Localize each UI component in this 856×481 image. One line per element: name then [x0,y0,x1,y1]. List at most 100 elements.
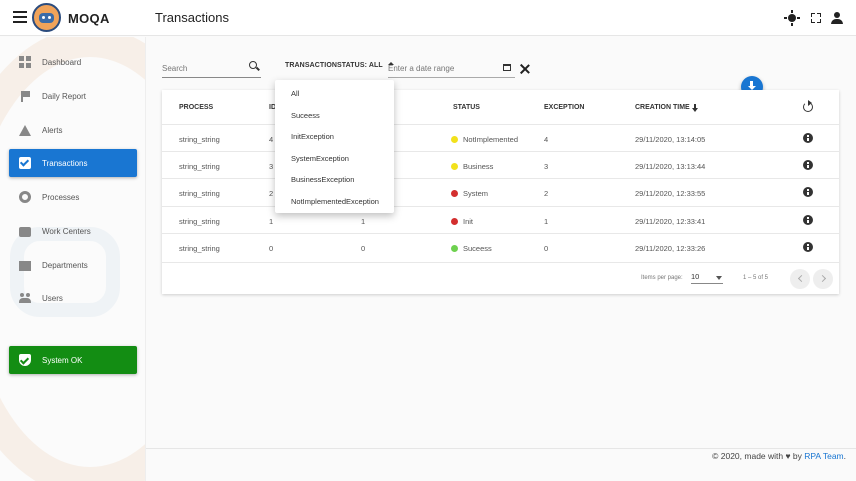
shield-check-icon [19,354,31,366]
footer-team-link[interactable]: RPA Team [804,451,843,461]
previous-page-button[interactable] [790,269,810,289]
cell-id: 1 [269,217,274,226]
footer: © 2020, made with ♥ by RPA Team. [146,448,856,481]
sidebar: Dashboard Daily Report Alerts Transactio… [0,37,146,481]
cell-status-text: Suceess [463,244,492,253]
info-icon[interactable] [803,133,813,143]
sidebar-item-dashboard[interactable]: Dashboard [9,48,137,76]
sort-arrow-down-icon[interactable] [692,104,698,112]
status-dot [451,136,458,143]
column-header-status[interactable]: STATUS [453,104,480,111]
column-header-exception[interactable]: EXCEPTION [544,104,584,111]
dashboard-icon [19,56,31,68]
cell-exception: 3 [544,162,549,171]
table-row[interactable]: string_string 4 NotImplemented 4 29/11/2… [162,124,839,151]
sidebar-item-label: Users [42,293,63,303]
system-status-button[interactable]: System OK [9,346,137,374]
status-option-init-exception[interactable]: InitException [275,126,394,148]
cell-process: string_string [179,217,220,226]
column-header-creation-time[interactable]: CREATION TIME [635,104,690,111]
cell-exception: 0 [544,244,549,253]
flag-icon [19,90,31,102]
sidebar-item-label: Departments [42,260,88,270]
cell-id: 2 [269,189,274,198]
footer-end: . [843,451,846,461]
logo [32,3,61,32]
cell-value: 1 [361,217,366,226]
menu-icon[interactable] [13,11,27,23]
status-option-success[interactable]: Suceess [275,105,394,127]
sidebar-item-users[interactable]: Users [9,284,137,312]
cell-creation-time: 29/11/2020, 13:14:05 [635,135,706,144]
info-icon[interactable] [803,187,813,197]
people-icon [19,292,31,304]
sidebar-item-alerts[interactable]: Alerts [9,116,137,144]
cell-exception: 4 [544,135,549,144]
sidebar-item-departments[interactable]: Departments [9,251,137,279]
gear-icon [19,191,31,203]
cell-exception: 2 [544,189,549,198]
cell-creation-time: 29/11/2020, 13:13:44 [635,162,706,171]
cell-status: System [451,189,488,198]
account-icon[interactable] [829,10,845,26]
cell-status-text: NotImplemented [463,135,519,144]
warning-icon [19,124,31,136]
cell-process: string_string [179,244,220,253]
sidebar-item-daily-report[interactable]: Daily Report [9,82,137,110]
info-icon[interactable] [803,215,813,225]
sidebar-item-work-centers[interactable]: Work Centers [9,217,137,245]
cell-exception: 1 [544,217,549,226]
cell-id: 4 [269,135,274,144]
cell-status: Business [451,162,493,171]
sidebar-item-label: Work Centers [42,226,91,236]
status-dot [451,190,458,197]
table-row[interactable]: string_string 0 0 Suceess 0 29/11/2020, … [162,233,839,260]
cell-creation-time: 29/11/2020, 12:33:55 [635,189,706,198]
next-page-button[interactable] [813,269,833,289]
search-icon[interactable] [249,61,259,71]
status-option-system-exception[interactable]: SystemException [275,148,394,170]
calendar-icon[interactable] [503,64,511,71]
cell-value: 0 [361,244,366,253]
status-dropdown-menu: All Suceess InitException SystemExceptio… [275,80,394,213]
page-title: Transactions [155,10,229,25]
table-row[interactable]: string_string 1 1 Init 1 29/11/2020, 12:… [162,206,839,233]
page-range-label: 1 – 5 of 5 [743,275,769,281]
search-input[interactable] [162,59,242,78]
items-per-page-select[interactable]: 10 [691,272,723,284]
date-range-input[interactable] [388,59,498,78]
info-icon[interactable] [803,242,813,252]
status-option-all[interactable]: All [275,83,394,105]
status-filter-select[interactable]: TRANSACTIONSTATUS: ALL [285,62,394,69]
cell-id: 3 [269,162,274,171]
theme-toggle-icon[interactable] [784,10,800,26]
status-option-business-exception[interactable]: BusinessException [275,169,394,191]
items-per-page-label: Items per page: [641,275,683,281]
status-option-not-implemented-exception[interactable]: NotImplementedException [275,191,394,213]
cell-status-text: Init [463,217,474,226]
cell-id: 0 [269,244,274,253]
search-field [162,58,261,78]
cell-status-text: Business [463,162,494,171]
footer-text: © 2020, made with ♥ by RPA Team. [712,451,846,461]
cell-status: Init [451,217,473,226]
brand-name: MOQA [68,11,110,26]
table-row[interactable]: string_string 2 System 2 29/11/2020, 12:… [162,178,839,205]
cell-status: NotImplemented [451,135,518,144]
fullscreen-icon[interactable] [808,10,824,26]
cell-process: string_string [179,162,220,171]
sidebar-item-label: Processes [42,192,80,202]
cell-process: string_string [179,135,220,144]
close-icon[interactable] [520,64,530,74]
column-header-process[interactable]: PROCESS [179,104,213,111]
sidebar-item-transactions[interactable]: Transactions [9,149,137,177]
info-icon[interactable] [803,160,813,170]
sidebar-item-processes[interactable]: Processes [9,183,137,211]
status-dot [451,245,458,252]
refresh-icon[interactable] [803,100,813,112]
cell-process: string_string [179,189,220,198]
sidebar-item-label: Daily Report [42,91,87,101]
table-row[interactable]: string_string 3 Business 3 29/11/2020, 1… [162,151,839,178]
sidebar-item-label: Transactions [42,158,88,168]
cell-creation-time: 29/11/2020, 12:33:26 [635,244,706,253]
